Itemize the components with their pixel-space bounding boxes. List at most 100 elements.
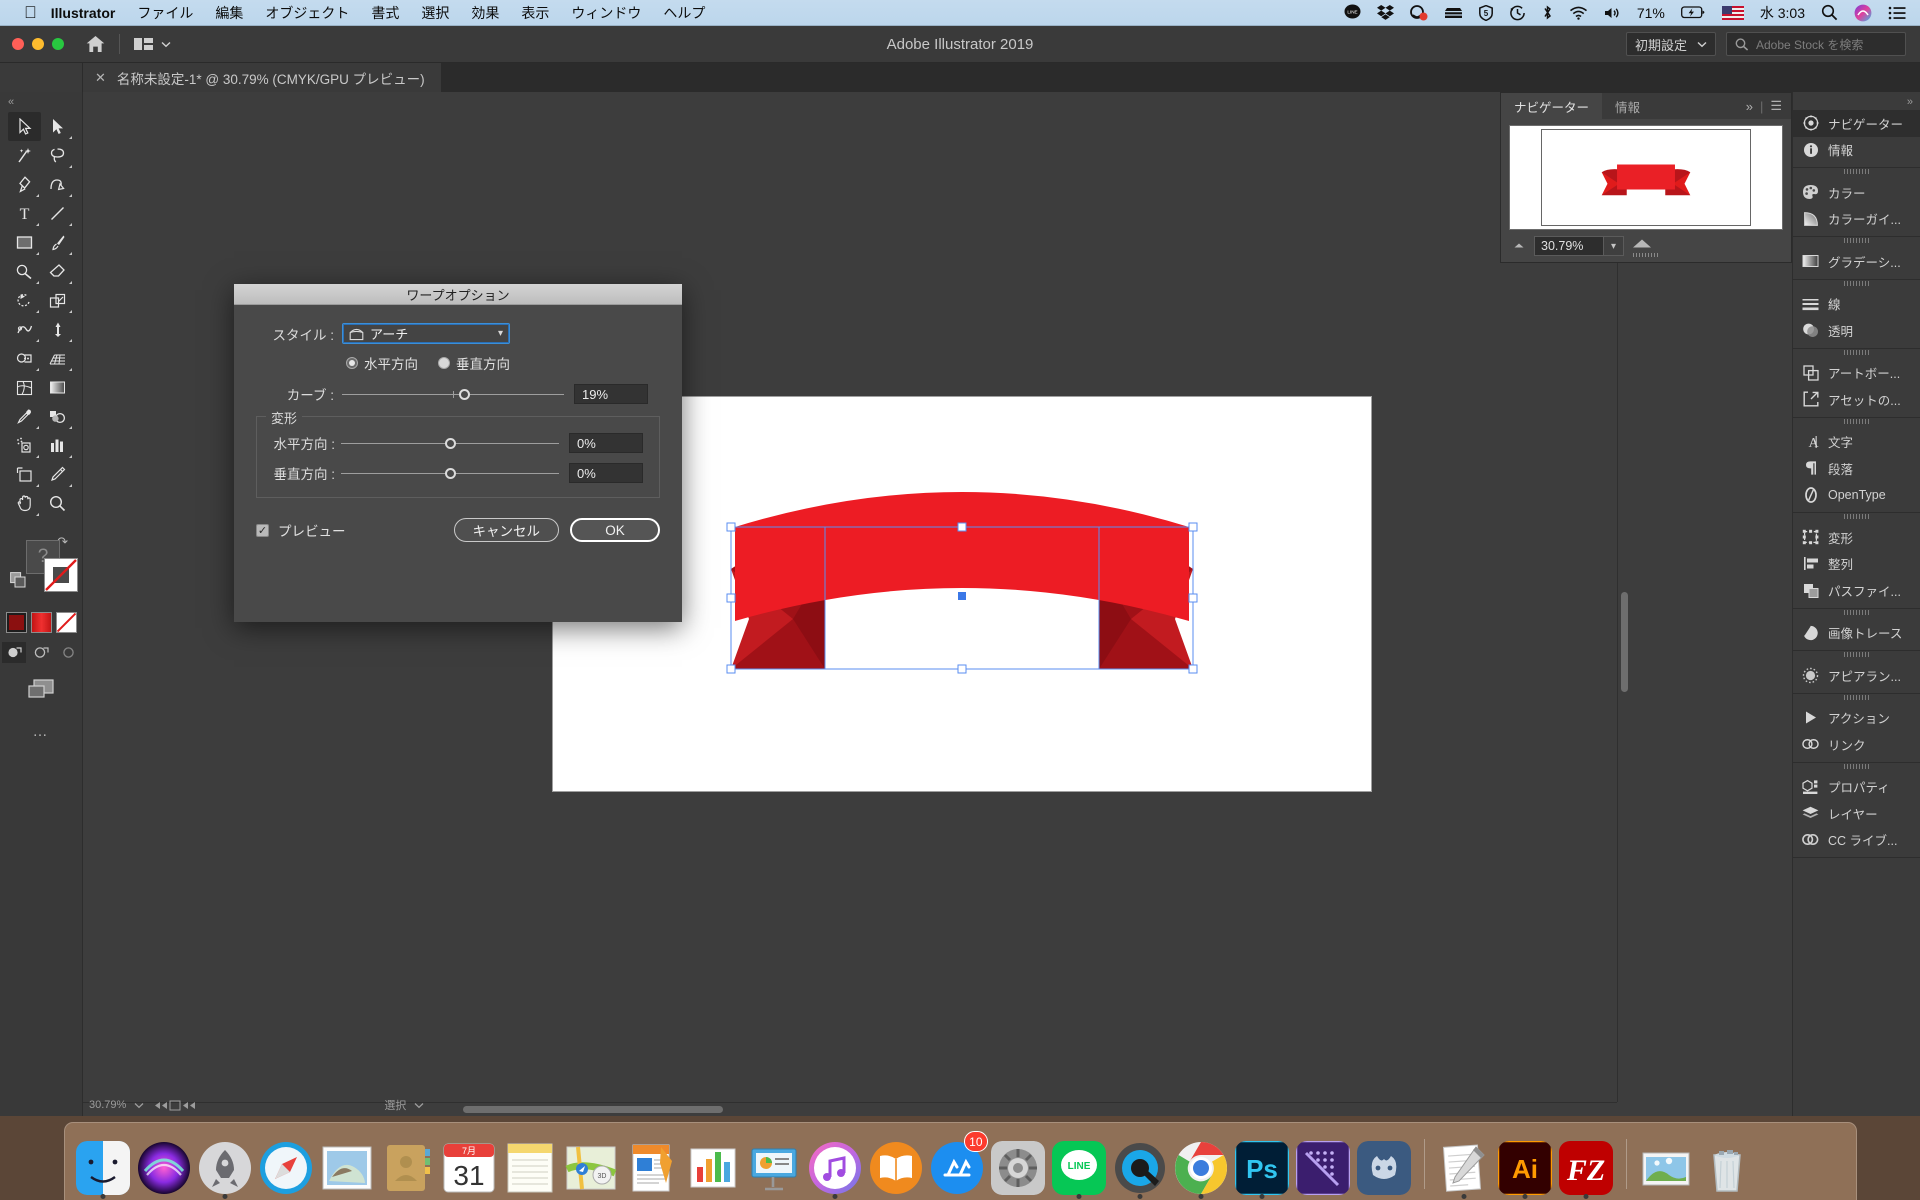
panel-rail-item-artboards[interactable]: アートボー... bbox=[1793, 360, 1920, 387]
chevron-down-icon[interactable]: ▾ bbox=[1604, 236, 1624, 256]
arrange-documents-button[interactable] bbox=[134, 37, 171, 52]
volume-icon[interactable] bbox=[1604, 6, 1621, 20]
dock-item-google-chrome[interactable] bbox=[1173, 1133, 1230, 1199]
zoom-tool[interactable] bbox=[41, 489, 74, 518]
distort-horizontal-knob[interactable] bbox=[445, 437, 456, 449]
dock-item-notes[interactable] bbox=[502, 1133, 559, 1195]
minimize-window-button[interactable] bbox=[32, 38, 44, 50]
line-segment-tool[interactable] bbox=[41, 199, 74, 228]
menu-type[interactable]: 書式 bbox=[371, 3, 399, 23]
radio-horizontal[interactable]: 水平方向 bbox=[346, 353, 418, 373]
dock-item-finder[interactable] bbox=[75, 1133, 132, 1199]
status-chevron-icon[interactable] bbox=[414, 1102, 424, 1109]
dock-item-illustrator[interactable]: Ai bbox=[1497, 1133, 1554, 1199]
clock-label[interactable]: 水 3:03 bbox=[1760, 3, 1805, 23]
gradient-swatch[interactable] bbox=[30, 612, 52, 633]
dock-item-pages[interactable] bbox=[624, 1133, 681, 1195]
curve-slider-knob[interactable] bbox=[459, 388, 471, 400]
status-zoom-label[interactable]: 30.79% bbox=[89, 1099, 126, 1111]
artboard-tool[interactable] bbox=[8, 460, 41, 489]
panel-rail-item-info[interactable]: 情報 bbox=[1793, 137, 1920, 164]
symbol-sprayer-tool[interactable] bbox=[8, 431, 41, 460]
panel-rail-item-pathfinder[interactable]: パスファイ... bbox=[1793, 577, 1920, 604]
distort-horizontal-field[interactable]: 0% bbox=[569, 433, 643, 453]
collapse-right-icon[interactable]: » bbox=[1793, 92, 1920, 110]
panel-rail-item-gradient[interactable]: グラデーシ... bbox=[1793, 248, 1920, 275]
close-icon[interactable]: ✕ bbox=[95, 70, 106, 86]
radio-vertical[interactable]: 垂直方向 bbox=[438, 353, 510, 373]
affinity-designer-icon[interactable] bbox=[1296, 1141, 1350, 1195]
line-icon[interactable]: LINE bbox=[1344, 4, 1361, 21]
siri-icon[interactable] bbox=[137, 1141, 191, 1195]
launchpad-icon[interactable] bbox=[198, 1141, 252, 1195]
cleanmymac-icon[interactable] bbox=[1409, 4, 1428, 21]
nas-icon[interactable] bbox=[1444, 6, 1463, 20]
edit-toolbar-icon[interactable]: … bbox=[0, 723, 82, 740]
dock-item-contacts[interactable] bbox=[380, 1133, 437, 1195]
dock-item-affinity-designer[interactable] bbox=[1295, 1133, 1352, 1195]
style-select[interactable]: アーチ ▾ bbox=[342, 323, 510, 344]
menu-file[interactable]: ファイル bbox=[137, 3, 193, 23]
panel-rail-item-appearance[interactable]: アピアラン... bbox=[1793, 662, 1920, 689]
panel-group-grip[interactable] bbox=[1793, 237, 1920, 248]
spotlight-search-icon[interactable] bbox=[1821, 4, 1838, 21]
panel-rail-item-stroke[interactable]: 線 bbox=[1793, 291, 1920, 318]
tab-info[interactable]: 情報 bbox=[1602, 93, 1653, 119]
dock-item-ibooks[interactable] bbox=[868, 1133, 925, 1195]
panel-rail-item-paragraph[interactable]: 段落 bbox=[1793, 455, 1920, 482]
flag-us-icon[interactable] bbox=[1721, 5, 1744, 20]
radio-vertical-indicator[interactable] bbox=[438, 357, 450, 369]
panel-rail-item-transform[interactable]: 変形 bbox=[1793, 524, 1920, 551]
pen-tool[interactable] bbox=[8, 170, 41, 199]
mesh-tool[interactable] bbox=[8, 373, 41, 402]
hand-tool[interactable] bbox=[8, 489, 41, 518]
dock-item-keynote[interactable] bbox=[746, 1133, 803, 1195]
panel-menu-icon[interactable]: ☰ bbox=[1770, 98, 1782, 114]
eyedropper-tool[interactable] bbox=[8, 402, 41, 431]
dock-item-quicktime[interactable] bbox=[1112, 1133, 1169, 1199]
column-graph-tool[interactable] bbox=[41, 431, 74, 460]
menu-view[interactable]: 表示 bbox=[521, 3, 549, 23]
panel-group-grip[interactable] bbox=[1793, 694, 1920, 705]
photos-stack-icon[interactable] bbox=[1639, 1141, 1693, 1195]
panel-resize-grip[interactable] bbox=[1632, 245, 1660, 263]
navigator-thumbnail[interactable] bbox=[1509, 125, 1783, 230]
type-tool[interactable]: T bbox=[8, 199, 41, 228]
navigator-zoom-field[interactable]: 30.79% bbox=[1534, 236, 1604, 256]
dock-item-mail[interactable] bbox=[319, 1133, 376, 1195]
photoshop-icon[interactable]: Ps bbox=[1235, 1141, 1289, 1195]
artboard-navigation-icon[interactable] bbox=[152, 1100, 196, 1111]
dock-item-app-store[interactable]: 10 bbox=[929, 1131, 988, 1195]
paintbrush-tool[interactable] bbox=[41, 228, 74, 257]
bluetooth-icon[interactable] bbox=[1542, 4, 1553, 21]
workspace-switcher[interactable]: 初期設定 bbox=[1625, 32, 1716, 56]
panel-rail-item-character[interactable]: A 文字 bbox=[1793, 429, 1920, 456]
illustrator-icon[interactable]: Ai bbox=[1498, 1141, 1552, 1195]
numbers-icon[interactable] bbox=[686, 1141, 740, 1195]
handbrake-icon[interactable] bbox=[1357, 1141, 1411, 1195]
dock-item-launchpad[interactable] bbox=[197, 1133, 254, 1199]
panel-rail-item-opentype[interactable]: OpenType bbox=[1793, 482, 1920, 509]
navigator-view-box[interactable] bbox=[1541, 129, 1751, 226]
adobe-stock-search[interactable]: Adobe Stock を検索 bbox=[1726, 32, 1906, 56]
keynote-icon[interactable] bbox=[747, 1141, 801, 1195]
maps-icon[interactable]: 3D bbox=[564, 1141, 618, 1195]
panel-rail-item-cc-libraries[interactable]: CC ライブ... bbox=[1793, 827, 1920, 854]
wifi-icon[interactable] bbox=[1569, 6, 1588, 20]
draw-behind-mode[interactable] bbox=[29, 642, 53, 663]
safari-icon[interactable] bbox=[259, 1141, 313, 1195]
distort-vertical-slider[interactable] bbox=[341, 466, 559, 480]
distort-vertical-field[interactable]: 0% bbox=[569, 463, 643, 483]
magic-wand-tool[interactable] bbox=[8, 141, 41, 170]
filezilla-icon[interactable]: FZ bbox=[1559, 1141, 1613, 1195]
panel-group-grip[interactable] bbox=[1793, 513, 1920, 524]
menu-illustrator[interactable]: Illustrator bbox=[51, 5, 116, 21]
menu-window[interactable]: ウィンドウ bbox=[571, 3, 641, 23]
dock-item-filezilla[interactable]: FZ bbox=[1558, 1133, 1615, 1199]
ibooks-icon[interactable] bbox=[869, 1141, 923, 1195]
sophos-icon[interactable]: 5 bbox=[1478, 4, 1493, 21]
home-icon[interactable] bbox=[86, 35, 105, 53]
battery-icon[interactable] bbox=[1680, 6, 1706, 19]
dropbox-icon[interactable] bbox=[1376, 5, 1394, 20]
system-preferences-icon[interactable] bbox=[991, 1141, 1045, 1195]
